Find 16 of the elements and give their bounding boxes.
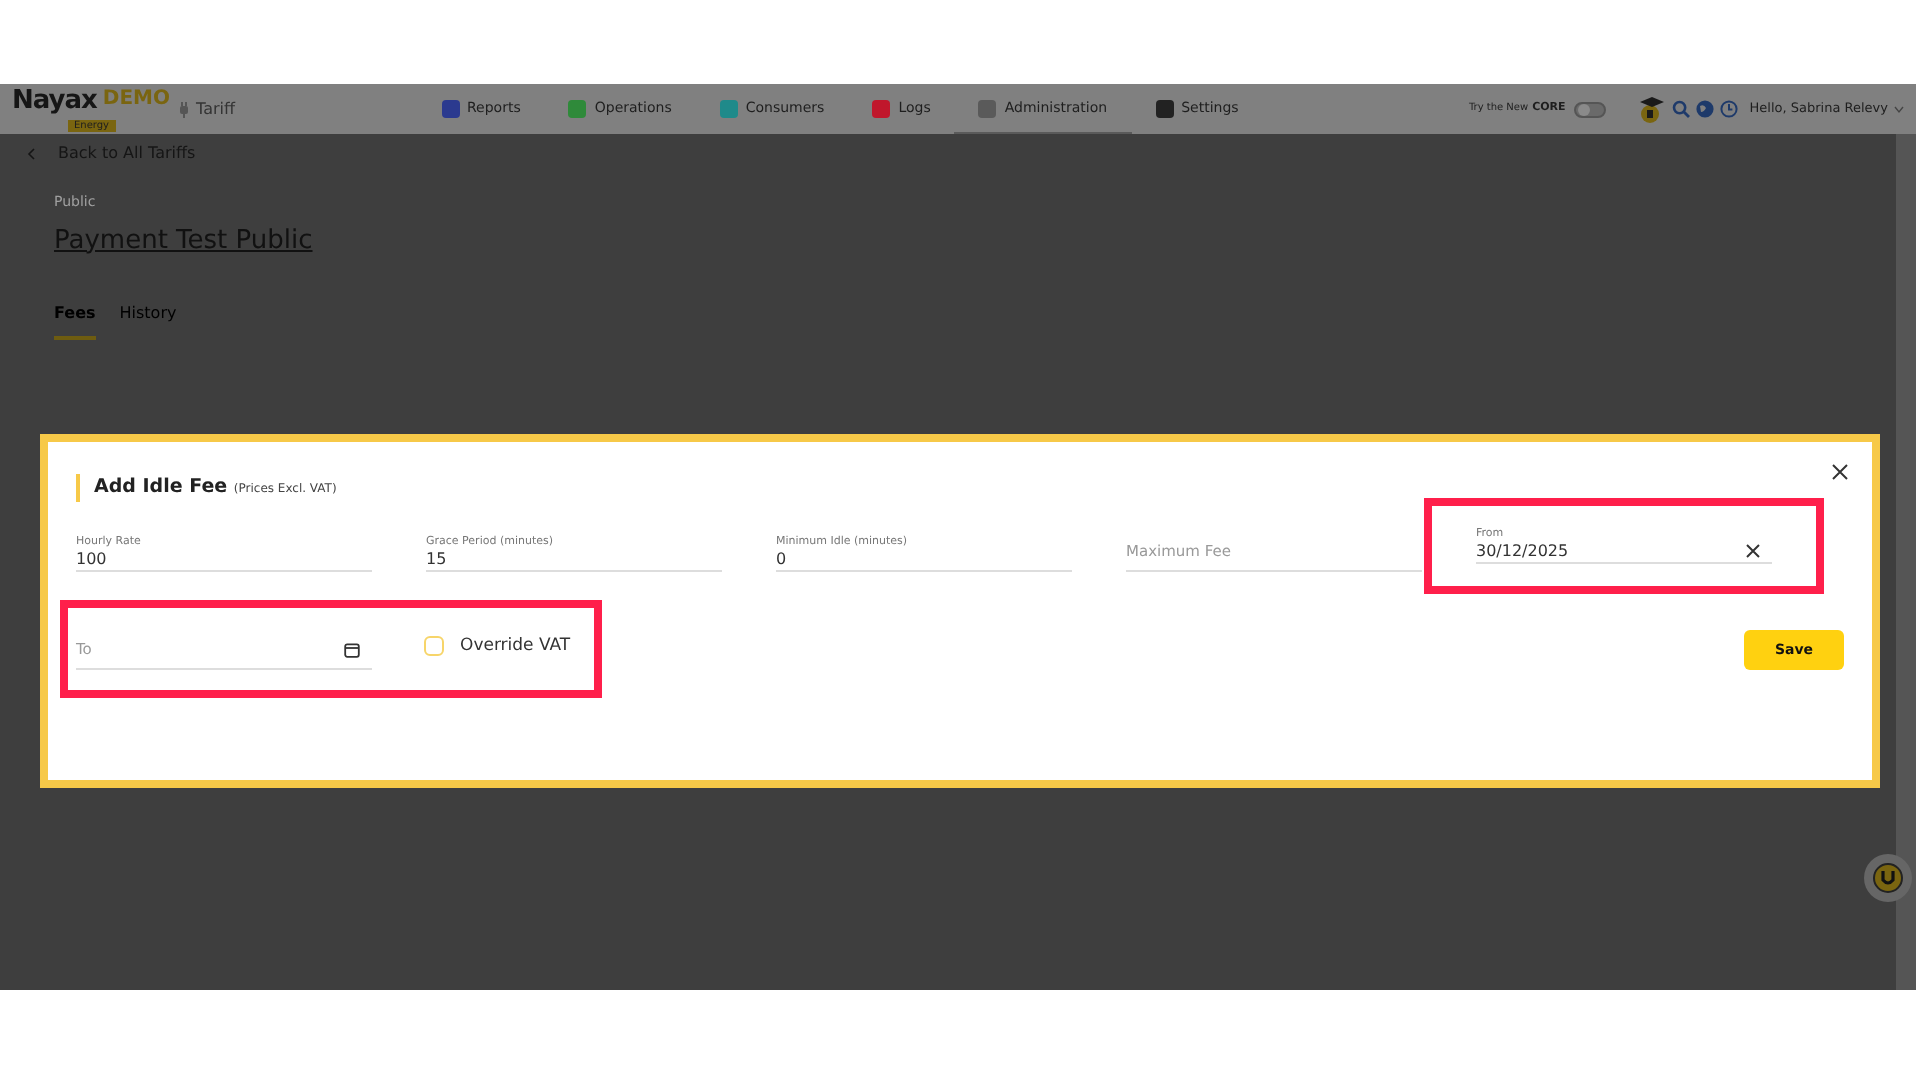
scrollbar[interactable] [1896,134,1916,990]
search-icon[interactable] [1671,100,1690,118]
graduation-cap-icon[interactable] [1637,95,1666,123]
help-button[interactable] [1864,854,1912,902]
plug-icon [178,101,190,117]
clock-icon[interactable] [1719,100,1738,118]
calendar-icon[interactable] [344,642,360,659]
caret-icon[interactable] [1894,105,1904,113]
brand-tag: DEMO [102,84,170,114]
checkbox[interactable] [424,635,444,656]
brand-logo: Nayax [12,88,97,114]
section-title: Tariff [196,97,235,121]
clear-icon[interactable] [1746,544,1760,559]
core-toggle[interactable] [1573,101,1606,117]
checkbox-label[interactable]: Override VAT [460,633,571,659]
close-icon[interactable] [1832,464,1848,480]
